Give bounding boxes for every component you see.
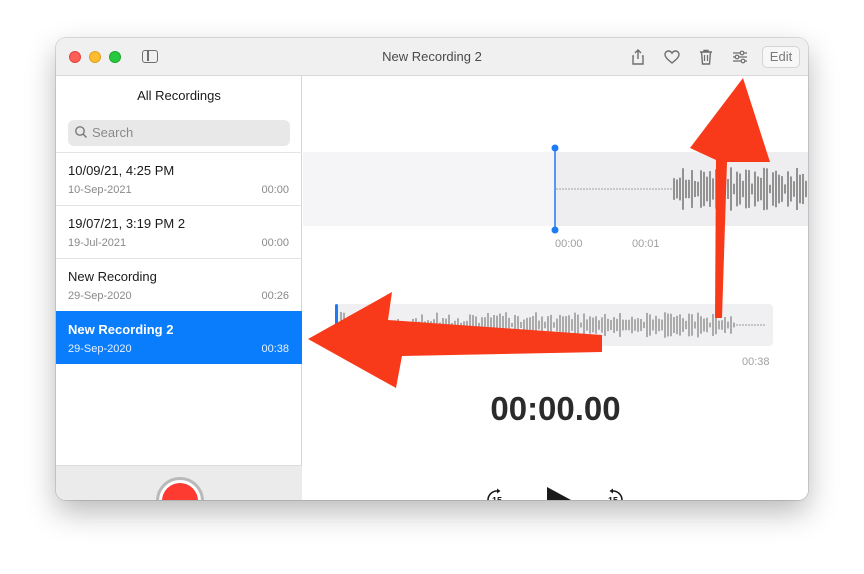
sidebar-toggle-icon[interactable] bbox=[142, 50, 158, 63]
title-bar: New Recording 2 Edit bbox=[56, 38, 808, 76]
recording-name: 19/07/21, 3:19 PM 2 bbox=[68, 216, 186, 231]
waveform-detail[interactable] bbox=[303, 136, 808, 236]
skip-forward-15-icon[interactable]: 15 bbox=[601, 488, 625, 500]
recording-name: New Recording 2 bbox=[68, 322, 174, 337]
list-item[interactable]: New Recording 29-Sep-2020 00:26 bbox=[56, 258, 302, 311]
search-placeholder: Search bbox=[92, 125, 134, 140]
list-item[interactable]: 19/07/21, 3:19 PM 2 19-Jul-2021 00:00 bbox=[56, 205, 302, 258]
search-field[interactable]: Search bbox=[68, 120, 290, 146]
recording-name: New Recording bbox=[68, 269, 157, 284]
voice-memos-window: New Recording 2 Edit All Recordings Sear… bbox=[56, 38, 808, 500]
timeline-tick: 00:00 bbox=[555, 238, 583, 250]
mini-playhead[interactable] bbox=[335, 304, 338, 346]
window-title: New Recording 2 bbox=[382, 49, 482, 64]
skip-back-15-icon[interactable]: 15 bbox=[485, 488, 509, 500]
zoom-window-button[interactable] bbox=[109, 51, 121, 63]
recording-duration: 00:26 bbox=[261, 290, 289, 302]
play-icon[interactable] bbox=[543, 485, 573, 500]
recording-date: 29-Sep-2020 bbox=[68, 343, 132, 355]
list-item-selected[interactable]: New Recording 2 29-Sep-2020 00:38 bbox=[56, 311, 302, 364]
close-window-button[interactable] bbox=[69, 51, 81, 63]
trash-icon[interactable] bbox=[697, 48, 715, 66]
current-time: 00:00.00 bbox=[490, 390, 621, 427]
recording-duration: 00:00 bbox=[261, 184, 289, 196]
timeline-tick: 00:01 bbox=[632, 238, 660, 250]
player-pane: 00:00 00:01 00:38 00:00.00 15 15 bbox=[303, 76, 808, 500]
mini-waveform[interactable] bbox=[335, 304, 773, 346]
recordings-sidebar: All Recordings Search 10/09/21, 4:25 PM … bbox=[56, 76, 302, 500]
skip-forward-label: 15 bbox=[608, 496, 618, 501]
sidebar-header: All Recordings bbox=[137, 88, 221, 103]
edit-button[interactable]: Edit bbox=[762, 46, 800, 68]
record-button[interactable] bbox=[156, 477, 204, 500]
recording-date: 10-Sep-2021 bbox=[68, 184, 132, 196]
settings-sliders-icon[interactable] bbox=[731, 48, 749, 66]
heart-icon[interactable] bbox=[663, 48, 681, 66]
recording-duration: 00:38 bbox=[261, 343, 289, 355]
playhead-top-handle[interactable] bbox=[551, 144, 559, 152]
playhead-bottom-handle[interactable] bbox=[551, 226, 559, 234]
skip-back-label: 15 bbox=[492, 496, 502, 501]
record-bar bbox=[56, 465, 302, 500]
recording-date: 19-Jul-2021 bbox=[68, 237, 127, 249]
mini-duration: 00:38 bbox=[742, 356, 770, 368]
recording-name: 10/09/21, 4:25 PM bbox=[68, 163, 175, 178]
list-item[interactable]: 10/09/21, 4:25 PM 10-Sep-2021 00:00 bbox=[56, 152, 302, 205]
minimize-window-button[interactable] bbox=[89, 51, 101, 63]
recording-duration: 00:00 bbox=[261, 237, 289, 249]
share-icon[interactable] bbox=[629, 48, 647, 66]
search-icon bbox=[75, 126, 88, 139]
recording-date: 29-Sep-2020 bbox=[68, 290, 132, 302]
